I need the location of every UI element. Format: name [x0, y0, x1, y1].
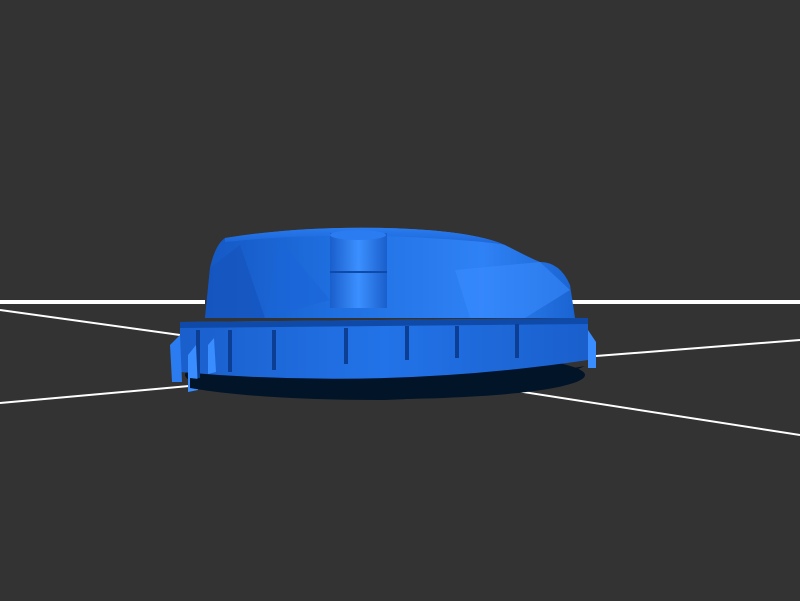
- grid-line-diag-left: [0, 309, 181, 336]
- grid-line-front-left: [0, 384, 201, 404]
- model-clip-right: [588, 330, 596, 368]
- model-cylinder-top: [330, 230, 386, 240]
- 3d-model[interactable]: [170, 227, 596, 400]
- grid-line-front-right: [595, 339, 800, 357]
- 3d-scene[interactable]: [0, 0, 800, 601]
- model-cylinder-boss[interactable]: [330, 233, 387, 308]
- 3d-viewport[interactable]: [0, 0, 800, 601]
- model-clip-left: [170, 335, 182, 382]
